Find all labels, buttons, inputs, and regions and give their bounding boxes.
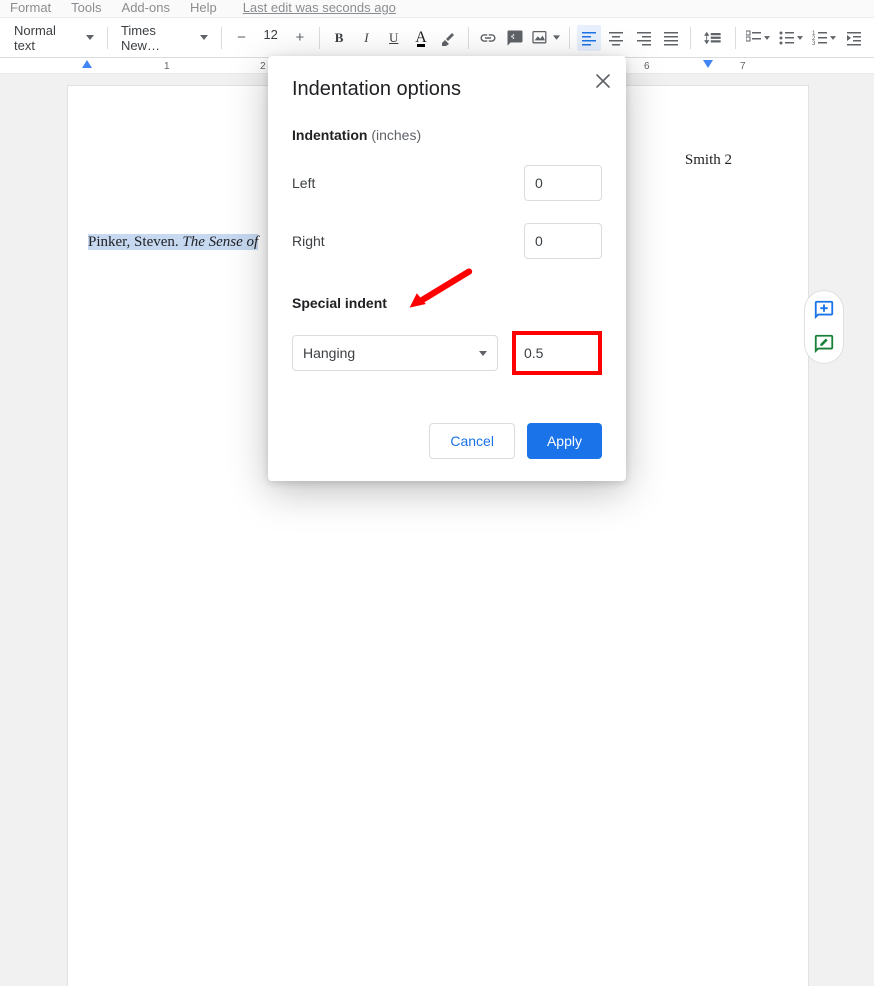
special-indent-dropdown[interactable]: Hanging [292, 335, 498, 371]
special-indent-amount-input[interactable]: 0.5 [512, 331, 602, 375]
indentation-options-dialog: Indentation options Indentation (inches)… [268, 56, 626, 481]
chevron-down-icon [479, 351, 487, 356]
close-button[interactable] [596, 74, 610, 88]
right-indent-label: Right [292, 233, 325, 249]
cancel-button[interactable]: Cancel [429, 423, 515, 459]
left-indent-input[interactable] [524, 165, 602, 201]
left-indent-label: Left [292, 175, 315, 191]
right-indent-input[interactable] [524, 223, 602, 259]
apply-button[interactable]: Apply [527, 423, 602, 459]
indentation-section-label: Indentation (inches) [292, 127, 602, 143]
special-indent-label: Special indent [292, 295, 602, 311]
special-indent-value: Hanging [303, 345, 355, 361]
dialog-title: Indentation options [292, 78, 602, 101]
close-icon [596, 74, 610, 88]
